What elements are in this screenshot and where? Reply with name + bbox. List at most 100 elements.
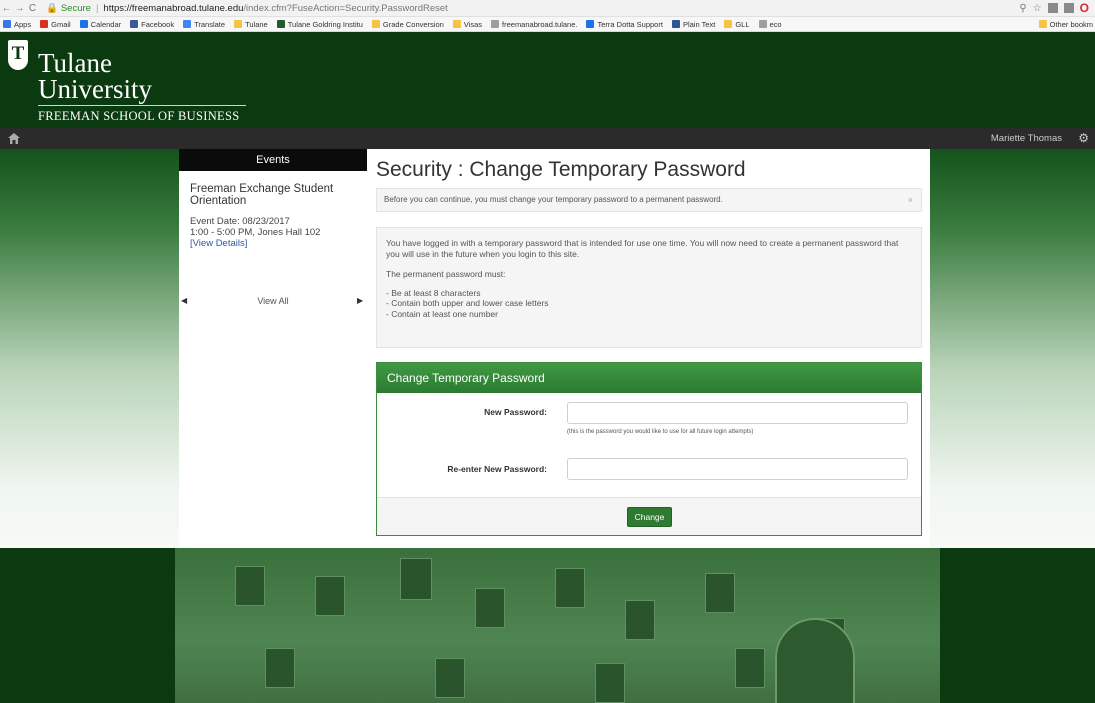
reenter-password-input[interactable]: [567, 458, 908, 480]
event-date: Event Date: 08/23/2017: [190, 216, 290, 227]
bookmark-translate[interactable]: Translate: [183, 20, 225, 29]
forward-arrow-icon[interactable]: →: [13, 3, 26, 14]
plain-text-icon: [671, 20, 680, 28]
user-menu[interactable]: Mariette Thomas: [991, 133, 1062, 144]
page-icon: [758, 20, 767, 28]
alert-message: Before you can continue, you must change…: [376, 188, 922, 212]
form-heading: Change Temporary Password: [377, 363, 921, 393]
building-window: [705, 573, 735, 613]
site-header: T Tulane University FREEMAN SCHOOL OF BU…: [0, 32, 1095, 128]
calendar-icon: [79, 20, 88, 28]
building-window: [435, 658, 465, 698]
apps-grid-icon: [3, 20, 11, 28]
back-arrow-icon[interactable]: ←: [0, 3, 13, 14]
view-all-link[interactable]: View All: [179, 296, 367, 306]
shield-icon: [276, 20, 285, 28]
building-window: [265, 648, 295, 688]
url-separator: |: [95, 2, 99, 14]
new-password-input[interactable]: [567, 402, 908, 424]
rule-item: - Contain at least one number: [386, 308, 498, 319]
next-arrow-icon[interactable]: ▶: [357, 296, 363, 305]
event-title: Freeman Exchange Student Orientation: [190, 183, 334, 207]
star-icon[interactable]: ☆: [1033, 3, 1042, 14]
logo-divider: [38, 105, 246, 106]
new-password-help: (this is the password you would like to …: [567, 429, 754, 435]
opera-icon[interactable]: O: [1080, 1, 1089, 15]
logo-text-school[interactable]: FREEMAN SCHOOL OF BUSINESS: [38, 109, 239, 124]
bookmark-other[interactable]: Other bookm: [1038, 20, 1093, 29]
events-pager: ◀ View All ▶: [179, 296, 367, 308]
footer-background: [0, 548, 1095, 703]
extension-icon-2[interactable]: [1063, 3, 1074, 13]
bookmark-tulane[interactable]: Tulane: [234, 20, 268, 29]
lock-icon: 🔒: [46, 2, 58, 14]
bookmark-freemanabroad[interactable]: freemanabroad.tulane.: [491, 20, 577, 29]
browser-controls: ⚲ ☆ O: [1019, 1, 1095, 15]
secure-label: Secure: [60, 2, 91, 14]
logo-text-university[interactable]: University: [38, 76, 152, 103]
folder-icon: [724, 20, 733, 28]
url-host: https://freemanabroad.tulane.edu: [103, 2, 244, 14]
main-content: Security : Change Temporary Password Bef…: [367, 149, 930, 548]
url-path: /index.cfm?FuseAction=Security.PasswordR…: [243, 2, 448, 14]
folder-icon: [371, 20, 380, 28]
info-requirements-heading: The permanent password must:: [386, 269, 506, 279]
form-footer: Change: [377, 497, 921, 535]
bookmark-visas[interactable]: Visas: [452, 20, 482, 29]
bookmarks-bar: Apps Gmail Calendar Facebook Translate T…: [0, 17, 1095, 32]
bookmark-apps[interactable]: Apps: [3, 20, 31, 29]
folder-icon: [1038, 20, 1047, 28]
bookmark-gmail[interactable]: Gmail: [40, 20, 71, 29]
bookmark-calendar[interactable]: Calendar: [79, 20, 121, 29]
building-window: [475, 588, 505, 628]
building-window: [555, 568, 585, 608]
events-sidebar: Events Freeman Exchange Student Orientat…: [179, 149, 367, 548]
gear-icon[interactable]: ⚙: [1078, 131, 1089, 145]
zoom-icon[interactable]: ⚲: [1019, 3, 1026, 14]
info-paragraph: You have logged in with a temporary pass…: [386, 238, 899, 259]
tulane-shield-logo-icon[interactable]: T: [8, 40, 28, 70]
building-window: [625, 600, 655, 640]
building-window: [595, 663, 625, 703]
bookmark-grade-conversion[interactable]: Grade Conversion: [371, 20, 444, 29]
facebook-icon: [130, 20, 139, 28]
change-button[interactable]: Change: [627, 507, 672, 527]
reload-icon[interactable]: C: [26, 3, 39, 14]
home-icon[interactable]: [8, 133, 20, 144]
building-window: [400, 558, 432, 600]
terra-dotta-icon: [586, 20, 595, 28]
logo-text-tulane[interactable]: Tulane: [38, 50, 112, 77]
building-window: [315, 576, 345, 616]
view-details-link[interactable]: [View Details]: [190, 238, 359, 249]
close-icon[interactable]: ×: [908, 189, 913, 211]
alert-text: Before you can continue, you must change…: [384, 195, 723, 204]
new-password-label: New Password:: [484, 407, 547, 417]
extension-icon[interactable]: [1047, 3, 1058, 13]
event-time: 1:00 - 5:00 PM, Jones Hall 102: [190, 227, 321, 238]
page-title: Security : Change Temporary Password: [376, 158, 746, 181]
bookmark-plain-text[interactable]: Plain Text: [671, 20, 715, 29]
bookmark-eco[interactable]: eco: [758, 20, 782, 29]
url-field[interactable]: 🔒 Secure | https://freemanabroad.tulane.…: [43, 1, 1019, 15]
change-password-form: Change Temporary Password New Password: …: [376, 362, 922, 536]
browser-address-bar: ← → C 🔒 Secure | https://freemanabroad.t…: [0, 0, 1095, 17]
events-heading: Events: [179, 149, 367, 171]
top-navigation: Mariette Thomas ⚙: [0, 128, 1095, 149]
building-photo: [175, 548, 940, 703]
building-arch: [775, 618, 855, 703]
building-window: [735, 648, 765, 688]
bookmark-goldring[interactable]: Tulane Goldring Institu: [276, 20, 363, 29]
reenter-password-label: Re-enter New Password:: [447, 464, 547, 474]
rule-item: - Be at least 8 characters: [386, 287, 481, 298]
gmail-icon: [40, 20, 49, 28]
password-info-box: You have logged in with a temporary pass…: [376, 227, 922, 348]
folder-icon: [234, 20, 243, 28]
bookmark-facebook[interactable]: Facebook: [130, 20, 174, 29]
bookmark-terra-dotta[interactable]: Terra Dotta Support: [586, 20, 663, 29]
translate-icon: [183, 20, 192, 28]
page-icon: [491, 20, 500, 28]
rule-item: - Contain both upper and lower case lett…: [386, 298, 549, 308]
folder-icon: [452, 20, 461, 28]
building-window: [235, 566, 265, 606]
bookmark-gll[interactable]: GLL: [724, 20, 750, 29]
